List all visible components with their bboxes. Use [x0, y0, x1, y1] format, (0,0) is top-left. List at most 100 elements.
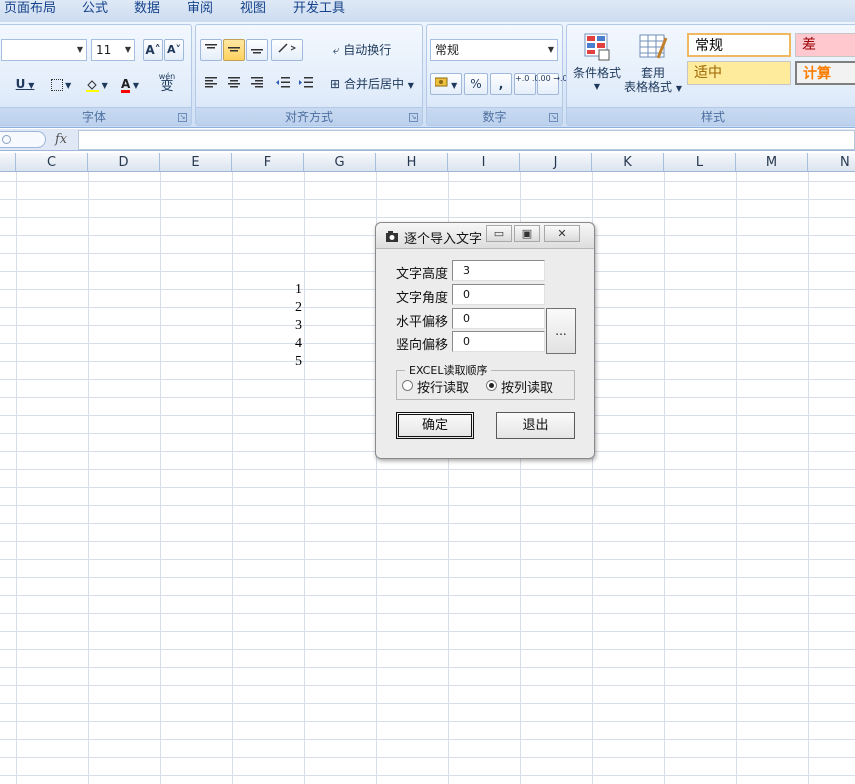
wrap-text-label: 自动换行 [343, 43, 392, 57]
cell-value[interactable]: 3 [272, 317, 302, 335]
number-dialog-launcher[interactable]: ↘ [549, 113, 558, 122]
column-header[interactable]: G [304, 153, 376, 172]
menu-review[interactable]: 审阅 [187, 0, 213, 18]
phonetic-char: 变 [160, 79, 174, 94]
read-by-column-radio[interactable] [486, 380, 497, 391]
read-by-column-label[interactable]: 按列读取 [501, 377, 553, 396]
text-angle-input[interactable]: 0 [452, 284, 545, 305]
style-calculation[interactable]: 计算 [795, 61, 855, 85]
column-header[interactable]: C [16, 153, 88, 172]
menu-developer[interactable]: 开发工具 [293, 0, 345, 18]
style-neutral[interactable]: 适中 [687, 61, 791, 85]
border-button[interactable]: ▼ [45, 73, 77, 95]
merge-center-button[interactable]: ⊞ 合并后居中 ▼ [324, 73, 420, 95]
increase-indent-icon[interactable] [295, 73, 317, 95]
menu-page-layout[interactable]: 页面布局 [4, 0, 56, 18]
read-order-legend: EXCEL读取顺序 [405, 362, 492, 378]
minimize-button[interactable]: ▭ [486, 225, 512, 242]
conditional-format-button[interactable]: 条件格式 ▼ [569, 29, 625, 97]
merge-icon: ⊞ [330, 77, 341, 91]
menu-view[interactable]: 视图 [240, 0, 266, 18]
exit-button[interactable]: 退出 [496, 412, 575, 439]
ok-button[interactable]: 确定 [396, 412, 474, 439]
decrease-indent-icon[interactable] [272, 73, 294, 95]
align-top-icon[interactable] [200, 39, 222, 61]
align-right-icon[interactable] [246, 73, 268, 95]
column-header[interactable]: M [736, 153, 808, 172]
column-header[interactable]: J [520, 153, 592, 172]
styles-group-label: 样式 [567, 107, 855, 125]
fill-color-button[interactable]: ▼ [81, 73, 113, 95]
align-middle-icon[interactable] [223, 39, 245, 61]
formula-bar: fx [0, 129, 855, 151]
font-size-value: 11 [96, 43, 112, 57]
menu-data[interactable]: 数据 [134, 0, 160, 18]
align-bottom-icon[interactable] [246, 39, 268, 61]
underline-button[interactable]: U ▼ [11, 73, 39, 95]
format-as-table-button[interactable]: 套用 表格格式 ▼ [623, 29, 683, 97]
ribbon: ▼ 11 ▼ A˄ A˅ U ▼ ▼ ▼ A ▼ wén 变 字体 ↘ ⤶ 自动… [0, 22, 855, 128]
read-by-row-label[interactable]: 按行读取 [417, 377, 469, 396]
style-normal[interactable]: 常规 [687, 33, 791, 57]
column-header[interactable]: E [160, 153, 232, 172]
orientation-icon[interactable] [271, 39, 303, 61]
style-bad[interactable]: 差 [795, 33, 855, 57]
read-by-row-radio[interactable] [402, 380, 413, 391]
cell-value[interactable]: 5 [272, 353, 302, 371]
minimize-icon: ▭ [493, 227, 505, 240]
alignment-dialog-launcher[interactable]: ↘ [409, 113, 418, 122]
column-header[interactable]: L [664, 153, 736, 172]
horizontal-offset-input[interactable]: 0 [452, 308, 545, 329]
column-header[interactable]: D [88, 153, 160, 172]
grow-font-button[interactable]: A˄ [143, 39, 163, 61]
column-header[interactable]: F [232, 153, 304, 172]
cell-value[interactable]: 4 [272, 335, 302, 353]
column-header[interactable]: H [376, 153, 448, 172]
alignment-group: ⤶ 自动换行 ⊞ 合并后居中 ▼ 对齐方式 ↘ [195, 24, 423, 126]
maximize-button[interactable]: ▣ [514, 225, 540, 242]
column-header[interactable]: K [592, 153, 664, 172]
insert-function-button[interactable]: fx [55, 130, 75, 149]
dialog-titlebar[interactable]: 逐个导入文字 ▭ ▣ ✕ [376, 223, 594, 249]
maximize-icon: ▣ [521, 227, 533, 240]
app-icon [386, 231, 398, 242]
currency-format-icon[interactable]: ▼ [430, 73, 462, 95]
text-angle-label: 文字角度 [396, 291, 449, 306]
browse-button[interactable]: ... [546, 308, 576, 354]
percent-button[interactable]: % [464, 73, 488, 95]
name-box[interactable] [0, 131, 46, 148]
format-as-table-label-2: 表格格式 ▼ [624, 80, 682, 94]
comma-button[interactable]: , [490, 73, 512, 95]
cell-value[interactable]: 2 [272, 299, 302, 317]
font-size-combo[interactable]: 11 ▼ [91, 39, 135, 61]
format-as-table-icon [639, 34, 668, 59]
decrease-decimal-button[interactable]: .00 →.0 [537, 73, 568, 95]
wrap-text-button[interactable]: ⤶ 自动换行 [324, 39, 400, 61]
align-left-icon[interactable] [200, 73, 222, 95]
number-group-label: 数字 [427, 107, 562, 125]
alignment-group-label: 对齐方式 [196, 107, 422, 125]
align-center-icon[interactable] [223, 73, 245, 95]
shrink-font-button[interactable]: A˅ [164, 39, 184, 61]
vertical-offset-label: 竖向偏移 [396, 338, 449, 353]
font-dialog-launcher[interactable]: ↘ [178, 113, 187, 122]
font-group-label: 字体 [0, 107, 191, 125]
close-button[interactable]: ✕ [544, 225, 580, 242]
number-format-combo[interactable]: 常规 ▼ [430, 39, 558, 61]
column-header[interactable]: N [808, 153, 855, 172]
merge-label: 合并后居中 [343, 77, 404, 91]
font-name-combo[interactable]: ▼ [1, 39, 87, 61]
column-header-prev[interactable] [0, 153, 16, 172]
font-color-button[interactable]: A ▼ [115, 73, 145, 95]
formula-input[interactable] [78, 130, 855, 150]
cell-value[interactable]: 1 [272, 281, 302, 299]
menu-formulas[interactable]: 公式 [82, 0, 108, 18]
vertical-offset-input[interactable]: 0 [452, 331, 545, 352]
decrease-decimal-label: .00 →.0 [538, 74, 568, 83]
conditional-format-label: 条件格式 [572, 66, 621, 80]
column-header[interactable]: I [448, 153, 520, 172]
text-height-input[interactable]: 3 [452, 260, 545, 281]
increase-decimal-button[interactable]: +.0 .00 [514, 73, 545, 95]
read-order-group: EXCEL读取顺序 按行读取 按列读取 [396, 362, 575, 400]
phonetic-button[interactable]: wén 变 [149, 71, 185, 93]
